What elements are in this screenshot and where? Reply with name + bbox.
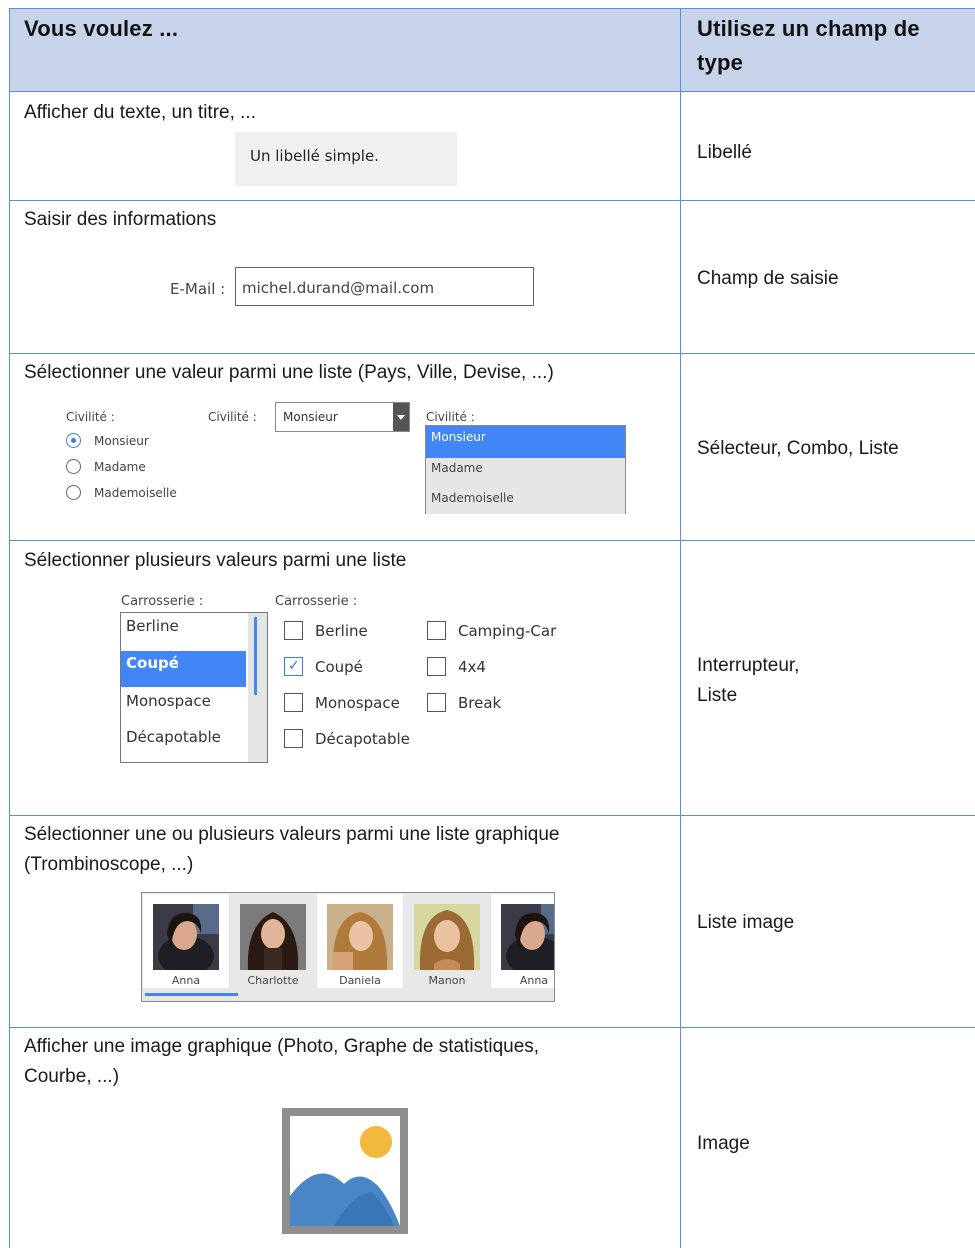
radio-label-mademoiselle: Mademoiselle (94, 486, 177, 500)
portrait-photo-icon (327, 904, 393, 970)
grid-middle-border (680, 8, 681, 1248)
row2-type: Champ de saisie (697, 268, 839, 289)
image-list-name: Manon (428, 974, 466, 987)
header-col2-line2: type (697, 50, 744, 75)
libelle-example: Un libellé simple. (235, 132, 457, 186)
grid-line (9, 91, 975, 92)
image-list-name: Daniela (339, 974, 381, 987)
portrait-photo-icon (153, 904, 219, 970)
image-list-name: Anna (519, 974, 549, 987)
listbox-item-mademoiselle[interactable]: Mademoiselle (431, 491, 514, 505)
checkbox-label-coupe: Coupé (315, 658, 363, 676)
radio-mademoiselle[interactable] (66, 485, 81, 500)
multilist-item-label: Coupé (126, 654, 179, 672)
image-list-scroll-indicator[interactable] (145, 993, 238, 996)
grid-line (9, 815, 975, 816)
checkbox-group-label: Carrosserie : (275, 594, 358, 609)
multilist-label: Carrosserie : (121, 594, 204, 609)
row4-type-line2: Liste (697, 685, 738, 706)
row1-description: Afficher du texte, un titre, ... (24, 102, 256, 123)
portrait-photo-icon (414, 904, 480, 970)
listbox-item-monsieur[interactable]: Monsieur (426, 426, 625, 458)
portrait-photo-icon (501, 904, 554, 970)
email-value: michel.durand@mail.com (242, 279, 435, 297)
checkbox-break[interactable] (427, 693, 446, 712)
grid-line (9, 353, 975, 354)
image-list-name: Anna (171, 974, 201, 987)
libelle-text: Un libellé simple. (250, 147, 379, 165)
multilist-scrollbar[interactable] (248, 613, 267, 762)
checkmark-icon: ✓ (288, 657, 300, 673)
image-list-item[interactable]: Charlotte (230, 894, 316, 988)
grid-left-border (9, 8, 10, 1248)
radio-madame[interactable] (66, 459, 81, 474)
row5-description-line1: Sélectionner une ou plusieurs valeurs pa… (24, 824, 560, 845)
multilist-item-berline[interactable]: Berline (126, 617, 179, 635)
checkbox-label-monospace: Monospace (315, 694, 400, 712)
row3-type: Sélecteur, Combo, Liste (697, 438, 899, 459)
scrollbar-thumb[interactable] (254, 617, 257, 695)
header-col2-line1: Utilisez un champ de (697, 16, 920, 41)
image-list-item[interactable]: Manon (404, 894, 490, 988)
multilist-item-monospace[interactable]: Monospace (126, 692, 211, 710)
image-list-item[interactable]: Anna (491, 894, 554, 988)
radio-monsieur[interactable] (66, 433, 81, 448)
row4-type-line1: Interrupteur, (697, 655, 800, 676)
checkbox-decapotable[interactable] (284, 729, 303, 748)
listbox-item-label: Monsieur (431, 430, 486, 444)
row6-description-line2: Courbe, ...) (24, 1066, 120, 1087)
checkbox-label-break: Break (458, 694, 502, 712)
row4-description: Sélectionner plusieurs valeurs parmi une… (24, 550, 407, 571)
chevron-down-icon (397, 415, 405, 420)
image-list-example[interactable]: Anna Charlotte Daniela Manon Anna (141, 892, 555, 1002)
civilite-listbox[interactable]: Monsieur Madame Mademoiselle (425, 425, 626, 514)
checkbox-berline[interactable] (284, 621, 303, 640)
grid-line (9, 1027, 975, 1028)
image-placeholder-icon (282, 1108, 408, 1234)
carrosserie-listbox[interactable]: Berline Coupé Monospace Décapotable (120, 612, 268, 763)
row5-description-line2: (Trombinoscope, ...) (24, 854, 194, 875)
combo-dropdown-button[interactable] (393, 403, 409, 431)
image-list-name: Charlotte (247, 974, 299, 987)
email-field[interactable]: michel.durand@mail.com (235, 267, 534, 306)
checkbox-camping-car[interactable] (427, 621, 446, 640)
checkbox-label-decapotable: Décapotable (315, 730, 410, 748)
radio-label-madame: Madame (94, 460, 146, 474)
grid-line (9, 200, 975, 201)
multilist-item-coupe[interactable]: Coupé (121, 651, 246, 687)
checkbox-label-camping-car: Camping-Car (458, 622, 557, 640)
checkbox-monospace[interactable] (284, 693, 303, 712)
checkbox-coupe[interactable]: ✓ (284, 657, 303, 676)
checkbox-4x4[interactable] (427, 657, 446, 676)
row6-description-line1: Afficher une image graphique (Photo, Gra… (24, 1036, 540, 1057)
multilist-item-decapotable[interactable]: Décapotable (126, 728, 221, 746)
image-list-item[interactable]: Daniela (317, 894, 403, 988)
row2-description: Saisir des informations (24, 209, 217, 230)
checkbox-label-berline: Berline (315, 622, 368, 640)
listbox-item-madame[interactable]: Madame (431, 461, 483, 475)
grid-line (9, 540, 975, 541)
checkbox-label-4x4: 4x4 (458, 658, 486, 676)
radio-group-label: Civilité : (66, 410, 115, 424)
row1-type: Libellé (697, 142, 752, 163)
image-list-item[interactable]: Anna (143, 894, 229, 988)
comparison-table: Vous voulez ... Utilisez un champ de typ… (0, 0, 975, 1248)
row6-type: Image (697, 1133, 750, 1154)
portrait-photo-icon (240, 904, 306, 970)
grid-top-border (9, 8, 975, 9)
civilite-combo[interactable]: Monsieur (275, 402, 410, 432)
email-label: E-Mail : (170, 280, 226, 298)
listbox-label: Civilité : (426, 410, 475, 424)
combo-label: Civilité : (208, 410, 257, 424)
header-col1: Vous voulez ... (24, 16, 179, 41)
row5-type: Liste image (697, 912, 795, 933)
row3-description: Sélectionner une valeur parmi une liste … (24, 362, 554, 383)
combo-value: Monsieur (283, 410, 338, 424)
radio-label-monsieur: Monsieur (94, 434, 149, 448)
